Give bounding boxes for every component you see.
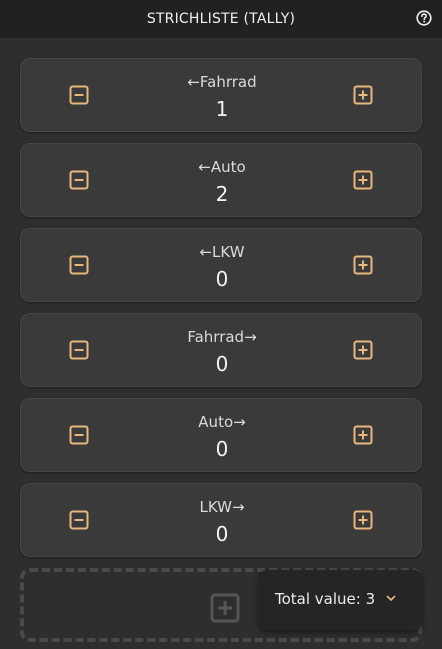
counter-value: 0 [215, 437, 229, 461]
counter-card: Auto→ 0 [20, 398, 422, 472]
counter-list: ←Fahrrad 1 ←Auto 2 ←LKW 0 Fahrrad→ 0 Aut… [20, 58, 422, 568]
total-value-text: Total value: 3 [275, 590, 376, 608]
minus-square-icon[interactable] [69, 255, 89, 275]
plus-square-icon[interactable] [353, 255, 373, 275]
counter-card: Fahrrad→ 0 [20, 313, 422, 387]
counter-card: LKW→ 0 [20, 483, 422, 557]
counter-label: Auto→ [198, 413, 246, 431]
plus-square-icon[interactable] [353, 425, 373, 445]
plus-square-icon[interactable] [353, 340, 373, 360]
counter-label: Fahrrad→ [187, 328, 257, 346]
counter-value: 2 [215, 182, 229, 206]
minus-square-icon[interactable] [69, 425, 89, 445]
page-title: STRICHLISTE (TALLY) [146, 11, 296, 27]
counter-label: ←Fahrrad [187, 73, 257, 91]
minus-square-icon[interactable] [69, 85, 89, 105]
counter-value: 0 [215, 352, 229, 376]
help-icon[interactable] [416, 10, 432, 26]
chevron-down-icon [386, 595, 396, 601]
counter-label: LKW→ [199, 498, 245, 516]
counter-label: ←LKW [199, 243, 245, 261]
counter-label: ←Auto [198, 158, 246, 176]
counter-card: ←Fahrrad 1 [20, 58, 422, 132]
minus-square-icon[interactable] [69, 340, 89, 360]
total-value-dropdown[interactable]: Total value: 3 [259, 570, 422, 630]
add-counter-icon[interactable] [210, 593, 240, 623]
plus-square-icon[interactable] [353, 85, 373, 105]
counter-value: 0 [215, 522, 229, 546]
minus-square-icon[interactable] [69, 510, 89, 530]
counter-value: 0 [215, 267, 229, 291]
counter-card: ←LKW 0 [20, 228, 422, 302]
counter-value: 1 [215, 97, 229, 121]
plus-square-icon[interactable] [353, 510, 373, 530]
minus-square-icon[interactable] [69, 170, 89, 190]
plus-square-icon[interactable] [353, 170, 373, 190]
app-header: STRICHLISTE (TALLY) [0, 0, 442, 38]
counter-card: ←Auto 2 [20, 143, 422, 217]
